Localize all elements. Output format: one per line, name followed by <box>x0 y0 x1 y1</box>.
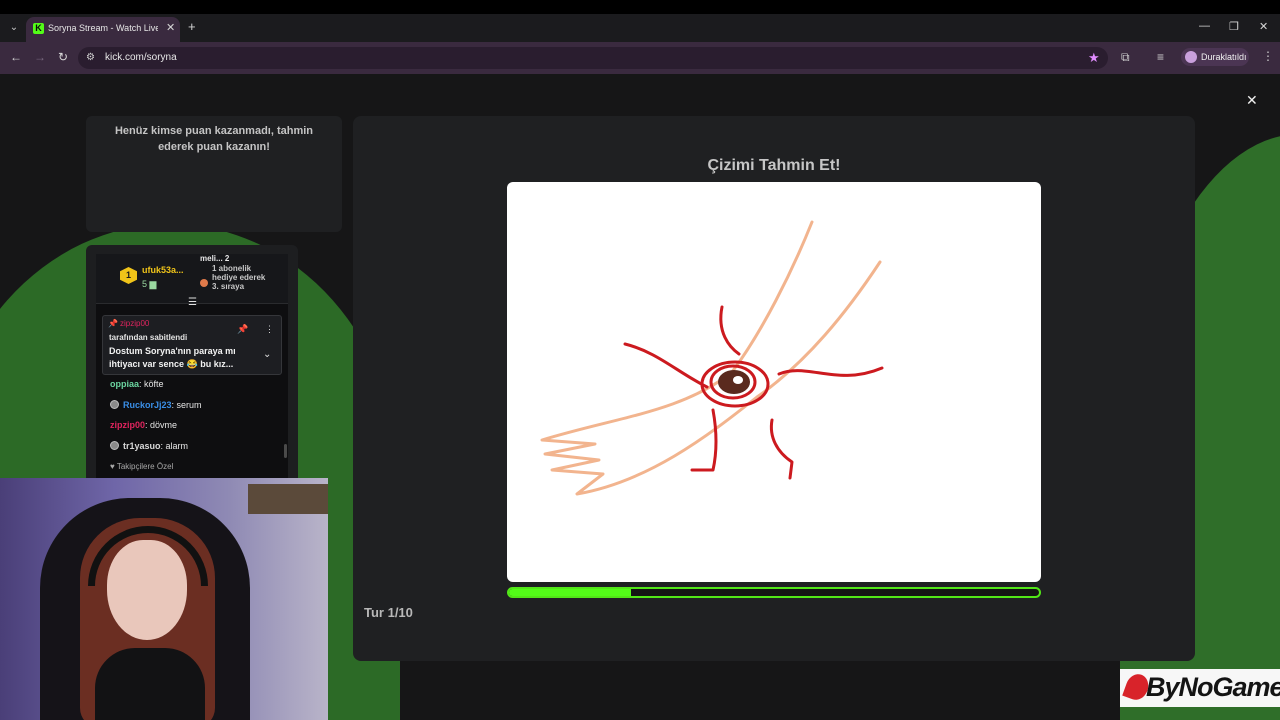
reload-icon[interactable]: ↻ <box>58 50 68 64</box>
collapse-icon[interactable]: ☰ <box>188 297 197 308</box>
webcam-shelf <box>248 484 328 514</box>
chat-text: : serum <box>171 400 202 410</box>
score-panel: Henüz kimse puan kazanmadı, tahmin edere… <box>86 116 342 232</box>
top-strip <box>0 0 1280 14</box>
leaderboard-bar: 1 ufuk53a... 5 ▆ meli... 2 1 abonelik he… <box>96 254 288 308</box>
site-info-icon[interactable]: ⚙ <box>86 52 95 63</box>
pinned-by-user[interactable]: zipzip00 <box>120 319 149 328</box>
chat-mode-label: ♥ Takipçilere Özel <box>110 462 173 471</box>
timer-progress-bar <box>507 587 1041 598</box>
minimize-icon[interactable]: — <box>1199 20 1210 32</box>
heart-icon: ♥ <box>110 462 115 471</box>
gift-top-text: meli... 2 <box>200 254 230 263</box>
chat-text: : alarm <box>160 441 189 451</box>
user-badge-icon <box>110 400 119 409</box>
media-controls-icon[interactable]: ≡ <box>1157 50 1164 64</box>
url-text[interactable]: kick.com/soryna <box>105 52 177 63</box>
address-bar: ← → ↻ ⚙ kick.com/soryna ★ <box>0 42 1280 74</box>
leader-count: 5 ▆ <box>142 279 156 290</box>
tattoo-highlight <box>733 376 743 384</box>
omnibox[interactable]: ⚙ kick.com/soryna ★ <box>78 47 1108 69</box>
pin-icon: 📌 <box>108 319 118 328</box>
gift-text: 1 abonelik hediye ederek 3. sıraya <box>212 264 266 291</box>
leader-count-value: 5 <box>142 279 148 289</box>
browser-tab[interactable]: K Soryna Stream - Watch Live on ✕ <box>26 17 180 42</box>
streamer-body <box>95 648 205 720</box>
kick-favicon-icon: K <box>33 23 44 34</box>
bookmark-star-icon[interactable]: ★ <box>1088 50 1100 66</box>
watermark: ByNoGame <box>1120 669 1280 707</box>
timer-progress-fill <box>509 589 631 596</box>
chat-username[interactable]: RuckorJj23 <box>123 400 172 410</box>
extensions-icon[interactable]: ⧉ <box>1121 50 1130 65</box>
profile-avatar <box>1185 51 1197 63</box>
browser-menu-icon[interactable]: ⋮ <box>1262 49 1274 63</box>
tab-search-icon[interactable]: ⌄ <box>5 19 23 37</box>
pinned-by-text: tarafından sabitlendi <box>109 333 188 342</box>
game-title: Çizimi Tahmin Et! <box>707 157 841 174</box>
chat-panel: 1 ufuk53a... 5 ▆ meli... 2 1 abonelik he… <box>96 254 288 480</box>
webcam-overlay <box>0 478 328 720</box>
drawing-svg <box>540 220 884 496</box>
rank-badge: 1 <box>120 267 137 284</box>
overlay-close-icon[interactable]: ✕ <box>1246 92 1258 109</box>
game-panel: Çizimi Tahmin Et! Tur 1/10 <box>353 116 1195 661</box>
profile-button[interactable]: Duraklatıldı <box>1181 48 1249 66</box>
chat-username[interactable]: tr1yasuo <box>123 441 161 451</box>
new-tab-icon[interactable]: + <box>188 19 196 34</box>
forward-icon[interactable]: → <box>34 50 46 64</box>
round-label: Tur 1/10 <box>364 605 413 620</box>
chat-text: : dövme <box>145 420 178 430</box>
pin-more-icon[interactable]: ⋮ <box>265 324 274 335</box>
back-icon[interactable]: ← <box>10 50 22 64</box>
drawing-canvas[interactable] <box>507 182 1041 582</box>
chat-message: RuckorJj23: serum <box>110 400 202 410</box>
tab-title: Soryna Stream - Watch Live on <box>48 23 158 33</box>
chat-message: tr1yasuo: alarm <box>110 441 188 451</box>
pinned-message[interactable]: 📌 zipzip00 tarafından sabitlendi Dostum … <box>102 315 282 375</box>
chat-username[interactable]: oppiaa <box>110 379 139 389</box>
tattoo-sketch <box>623 305 884 480</box>
gift-icon: ▆ <box>149 279 157 289</box>
chat-message: oppiaa: köfte <box>110 379 164 389</box>
chat-username[interactable]: zipzip00 <box>110 420 145 430</box>
unpin-icon[interactable]: 📌 <box>237 324 248 335</box>
pinned-message-text: Dostum Soryna'nın paraya mı ihtiyacı var… <box>109 346 236 369</box>
expand-chevron-icon[interactable]: ⌄ <box>263 349 271 360</box>
screen: ⌄ K Soryna Stream - Watch Live on ✕ + — … <box>0 0 1280 720</box>
profile-label: Duraklatıldı <box>1201 52 1247 62</box>
watermark-text: ByNoGame <box>1146 672 1280 702</box>
arm-sketch <box>540 220 882 496</box>
chat-mode-text: Takipçilere Özel <box>116 462 174 471</box>
tab-close-icon[interactable]: ✕ <box>166 21 175 34</box>
restore-icon[interactable]: ❐ <box>1229 20 1239 33</box>
score-empty-text: Henüz kimse puan kazanmadı, tahmin edere… <box>114 125 314 153</box>
gifter-badge-icon <box>200 279 208 287</box>
user-badge-icon <box>110 441 119 450</box>
chat-message: zipzip00: dövme <box>110 420 177 430</box>
chat-text: : köfte <box>139 379 164 389</box>
chat-scrollbar[interactable] <box>284 444 287 458</box>
window-close-icon[interactable]: ✕ <box>1259 20 1268 33</box>
leader-name[interactable]: ufuk53a... <box>142 265 184 275</box>
